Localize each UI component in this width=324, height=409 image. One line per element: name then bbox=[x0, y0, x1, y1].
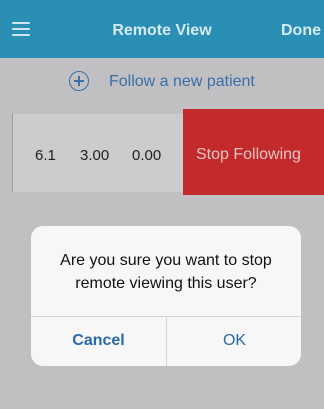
cancel-button[interactable]: Cancel bbox=[31, 317, 166, 366]
follow-new-patient-button[interactable]: Follow a new patient bbox=[0, 58, 324, 106]
confirmation-dialog: Are you sure you want to stop remote vie… bbox=[31, 226, 301, 366]
dialog-message-line-1: Are you sure you want to stop bbox=[60, 252, 272, 269]
follow-new-patient-label: Follow a new patient bbox=[109, 73, 255, 90]
patient-list-item[interactable]: 6.1 3.00 0.00 bbox=[12, 114, 184, 192]
dialog-message: Are you sure you want to stop remote vie… bbox=[31, 249, 301, 295]
stop-following-button[interactable]: Stop Following bbox=[183, 109, 324, 195]
patient-value-3: 0.00 bbox=[132, 147, 162, 164]
page-title: Remote View bbox=[112, 22, 212, 39]
done-button[interactable]: Done bbox=[281, 22, 321, 40]
dialog-message-line-2: remote viewing this user? bbox=[75, 275, 257, 292]
navigation-bar: Remote View Done bbox=[0, 0, 324, 58]
ok-button[interactable]: OK bbox=[167, 317, 301, 366]
plus-circle-icon bbox=[69, 71, 89, 91]
patient-value-2: 3.00 bbox=[80, 147, 110, 164]
patient-value-1: 6.1 bbox=[35, 147, 56, 164]
stop-following-label: Stop Following bbox=[196, 146, 301, 163]
